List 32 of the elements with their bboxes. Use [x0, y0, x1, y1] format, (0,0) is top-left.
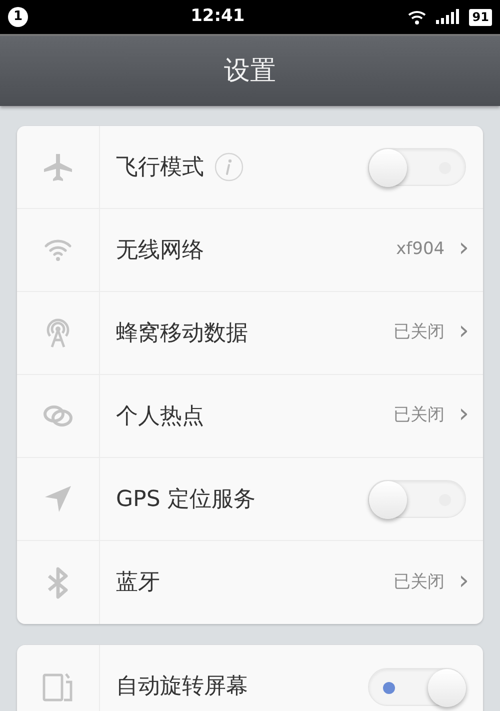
chevron-icon[interactable]: ›	[458, 235, 469, 261]
toggle-switch[interactable]	[368, 668, 466, 706]
chevron-icon[interactable]: ›	[458, 568, 469, 594]
antenna-icon	[44, 318, 72, 348]
airplane-icon	[43, 152, 73, 182]
toggle-switch[interactable]	[368, 148, 466, 186]
setting-label: 蓝牙	[116, 569, 160, 597]
rotate-screen-icon	[42, 672, 74, 702]
linked-rings-icon	[42, 403, 74, 429]
setting-value: 已关闭	[394, 570, 445, 594]
battery-level: 91	[469, 8, 492, 26]
signal-bars-icon	[435, 9, 462, 25]
setting-value: xf904	[396, 238, 445, 262]
setting-label: GPS 定位服务	[116, 486, 256, 514]
status-time: 12:41	[190, 5, 245, 28]
setting-label: 飞行模式	[116, 154, 204, 182]
toggle-switch[interactable]	[368, 480, 466, 518]
chevron-icon[interactable]: ›	[458, 318, 469, 344]
bluetooth-icon	[46, 566, 70, 598]
wifi-icon	[43, 238, 73, 262]
wifi-signal-icon	[407, 9, 428, 25]
setting-value: 已关闭	[394, 404, 445, 428]
chevron-icon[interactable]: ›	[458, 401, 469, 427]
setting-label: 自动旋转屏幕	[116, 673, 248, 701]
setting-label: 无线网络	[116, 236, 204, 264]
nav-title: 设置	[224, 54, 276, 88]
location-arrow-icon	[43, 484, 73, 514]
setting-label: 蜂窝移动数据	[116, 320, 248, 348]
setting-value: 已关闭	[394, 321, 445, 344]
notification-badge: 1	[8, 7, 28, 27]
info-icon[interactable]	[214, 152, 244, 182]
setting-label: 个人热点	[116, 402, 204, 430]
